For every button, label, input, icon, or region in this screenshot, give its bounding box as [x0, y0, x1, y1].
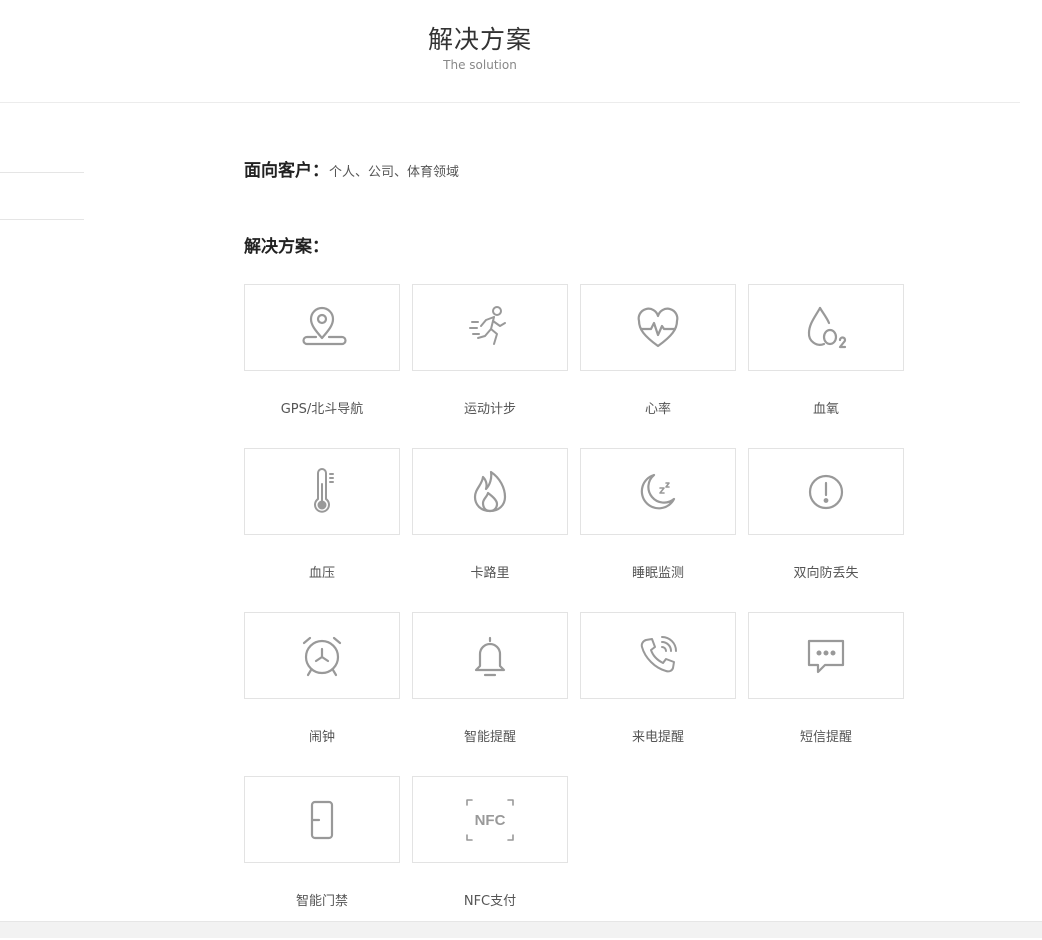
feature-heart-rate[interactable]: 心率: [580, 284, 736, 448]
feature-label: 睡眠监测: [631, 566, 684, 581]
oxygen-drop-icon: [807, 306, 847, 348]
feature-label: 智能提醒: [463, 730, 516, 745]
page-subtitle: The solution: [443, 58, 517, 72]
sidebar-divider: [0, 172, 84, 173]
feature-grid: GPS/北斗导航 运动计步 心率 血氧 血压 卡路里 睡眠监测 双向防丢失 闹钟…: [244, 284, 904, 940]
feature-calories[interactable]: 卡路里: [412, 448, 568, 612]
target-customers: 面向客户：个人、公司、体育领域: [244, 156, 459, 181]
feature-icon-box: [748, 612, 904, 699]
feature-label: NFC支付: [463, 894, 517, 909]
feature-label: 双向防丢失: [793, 566, 859, 581]
feature-label: GPS/北斗导航: [280, 402, 364, 417]
running-man-icon: [469, 305, 506, 345]
feature-icon-box: [580, 284, 736, 371]
feature-label: 智能门禁: [295, 894, 348, 909]
nfc-icon-text: NFC: [475, 812, 506, 829]
feature-icon-box: [412, 448, 568, 535]
heart-rate-icon: [637, 307, 679, 347]
feature-icon-box: [244, 612, 400, 699]
thermometer-icon: [314, 467, 334, 513]
sidebar-divider: [0, 219, 84, 220]
bell-icon: [474, 636, 506, 676]
feature-gps[interactable]: GPS/北斗导航: [244, 284, 400, 448]
nfc-icon: NFC: [466, 798, 514, 841]
feature-label: 短信提醒: [799, 730, 852, 745]
feature-icon-box: [580, 612, 736, 699]
moon-sleep-icon: [640, 473, 676, 509]
feature-blood-oxygen[interactable]: 血氧: [748, 284, 904, 448]
location-pin-icon: [302, 306, 347, 345]
feature-label: 来电提醒: [631, 730, 684, 745]
feature-icon-box: [580, 448, 736, 535]
feature-label: 卡路里: [470, 566, 510, 581]
section-header: 解决方案 The solution: [0, 0, 1020, 103]
message-bubble-icon: [807, 639, 845, 673]
alert-circle-icon: [808, 474, 844, 509]
feature-label: 闹钟: [308, 730, 335, 745]
solutions-heading: 解决方案：: [244, 237, 329, 257]
feature-blood-pressure[interactable]: 血压: [244, 448, 400, 612]
feature-label: 心率: [644, 402, 671, 417]
feature-icon-box: [412, 612, 568, 699]
flame-icon: [473, 470, 507, 512]
footer-bar: [0, 921, 1042, 938]
feature-alarm-clock[interactable]: 闹钟: [244, 612, 400, 776]
page-title: 解决方案: [427, 25, 532, 54]
feature-smart-door[interactable]: 智能门禁: [244, 776, 400, 940]
feature-icon-box: [244, 448, 400, 535]
alarm-clock-icon: [302, 636, 342, 676]
feature-icon-box: [748, 284, 904, 371]
feature-nfc-payment[interactable]: NFC NFC支付: [412, 776, 568, 940]
feature-icon-box: [412, 284, 568, 371]
feature-icon-box: [748, 448, 904, 535]
feature-call-reminder[interactable]: 来电提醒: [580, 612, 736, 776]
feature-label: 血压: [308, 566, 335, 581]
feature-icon-box: NFC: [412, 776, 568, 863]
feature-sms-reminder[interactable]: 短信提醒: [748, 612, 904, 776]
phone-ring-icon: [640, 635, 677, 672]
customers-value: 个人、公司、体育领域: [329, 165, 460, 180]
feature-anti-loss[interactable]: 双向防丢失: [748, 448, 904, 612]
feature-step-counter[interactable]: 运动计步: [412, 284, 568, 448]
feature-sleep-monitor[interactable]: 睡眠监测: [580, 448, 736, 612]
feature-icon-box: [244, 776, 400, 863]
door-icon: [310, 800, 334, 839]
feature-icon-box: [244, 284, 400, 371]
customers-label: 面向客户：: [244, 161, 329, 181]
feature-label: 血氧: [812, 402, 839, 417]
feature-label: 运动计步: [463, 402, 516, 417]
feature-smart-reminder[interactable]: 智能提醒: [412, 612, 568, 776]
